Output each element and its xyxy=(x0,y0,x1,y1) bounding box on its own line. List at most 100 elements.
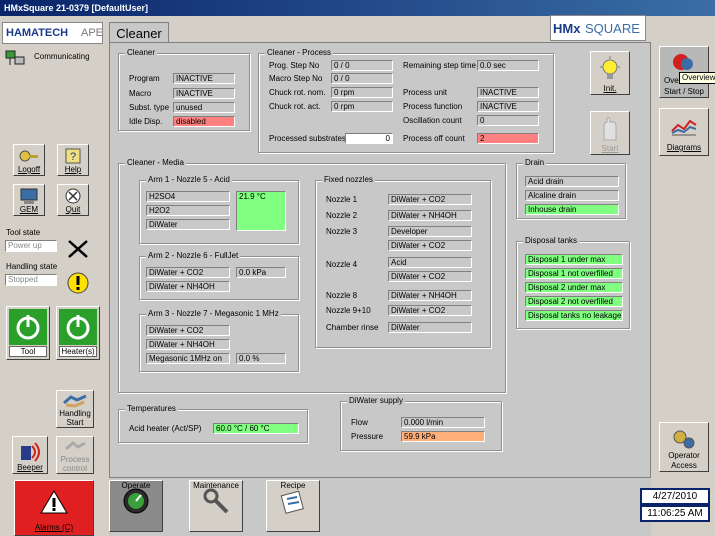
chamber-rinse-value: DiWater xyxy=(388,322,472,333)
hamatech-logo-suffix: APE xyxy=(81,27,104,39)
arm1-item-h2so4: H2SO4 xyxy=(146,191,230,202)
process-control-label-2: control xyxy=(62,464,87,473)
fixed-nozzles-title: Fixed nozzles xyxy=(322,175,375,185)
tool-power-label: Tool xyxy=(9,346,47,357)
hmx-text: HMx xyxy=(553,21,581,36)
beeper-button[interactable]: Beeper xyxy=(12,436,48,474)
handling-state-label: Handling state xyxy=(6,262,58,271)
help-label: Help xyxy=(64,165,82,174)
hmxsquare-logo: HMx SQUARE xyxy=(550,15,646,41)
subst-type-label: Subst. type xyxy=(129,103,170,112)
arm1-temperature: 21.9 °C xyxy=(236,191,286,231)
window-title: HMxSquare 21-0379 [DefaultUser] xyxy=(0,0,715,16)
key-icon xyxy=(19,150,38,162)
help-button[interactable]: ? Help xyxy=(57,144,89,176)
heaters-power-button[interactable]: Heater(s) xyxy=(56,306,100,360)
maintenance-button[interactable]: Maintenance xyxy=(189,480,243,532)
hamatech-logo: HAMATECH APE xyxy=(2,22,103,44)
square-text: SQUARE xyxy=(585,21,640,36)
init-button[interactable]: Init. xyxy=(590,51,630,95)
process-unit-label: Process unit xyxy=(403,88,448,97)
overview-tooltip: Overview xyxy=(679,72,715,84)
macro-step-value: 0 / 0 xyxy=(331,73,393,84)
disposal-title: Disposal tanks xyxy=(523,236,580,246)
hamatech-logo-text: HAMATECH xyxy=(6,27,69,39)
arm1-item-diwater: DiWater xyxy=(146,219,230,230)
process-control-button[interactable]: Process control xyxy=(56,436,94,474)
process-group-title: Cleaner - Process xyxy=(265,48,334,58)
process-function-value: INACTIVE xyxy=(477,101,539,112)
overview-icon xyxy=(673,54,693,70)
bottom-bar: Operate Maintenance Recipe xyxy=(109,478,651,536)
chuck-act-value: 0 rpm xyxy=(331,101,393,112)
quit-button[interactable]: Quit xyxy=(57,184,89,216)
cleaner-process-group: Cleaner - Process Prog. Step No 0 / 0 Ma… xyxy=(258,48,554,153)
gem-computer-icon xyxy=(20,188,38,204)
processed-substrates-label: Processed substrates xyxy=(269,134,346,143)
operate-gauge-icon xyxy=(123,488,149,514)
temperatures-title: Temperatures xyxy=(125,404,178,414)
right-panel: Ove Start / Stop Overview Diagrams Opera… xyxy=(654,16,715,536)
nozzle4-value-a: Acid xyxy=(388,257,472,268)
alarms-button[interactable]: Alarms (C) xyxy=(14,480,94,536)
prog-step-label: Prog. Step No xyxy=(269,61,320,70)
heaters-power-label: Heater(s) xyxy=(59,346,97,357)
arm3-item-co2: DiWater + CO2 xyxy=(146,325,230,336)
diwater-supply-group: DiWater supply Flow 0.000 l/min Pressure… xyxy=(340,396,502,451)
logoff-button[interactable]: Logoff xyxy=(13,144,45,176)
time-display: 11:06:25 AM xyxy=(640,505,710,522)
prog-step-value: 0 / 0 xyxy=(331,60,393,71)
program-label: Program xyxy=(129,74,160,83)
operator-access-button[interactable]: Operator Access xyxy=(659,422,709,472)
chuck-nom-label: Chuck rot. nom. xyxy=(269,88,326,97)
init-label: Init. xyxy=(603,84,617,93)
process-unit-value: INACTIVE xyxy=(477,87,539,98)
gears-icon xyxy=(673,430,695,449)
arm3-item-nh4oh: DiWater + NH4OH xyxy=(146,339,230,350)
nozzle1-value: DiWater + CO2 xyxy=(388,194,472,205)
cleaner-group-title: Cleaner xyxy=(125,48,158,58)
media-group-title: Cleaner - Media xyxy=(125,158,186,168)
overview-label-2: Start / Stop xyxy=(663,87,705,96)
diagrams-button[interactable]: Diagrams xyxy=(659,108,709,156)
disposal2-under-max: Disposal 2 under max xyxy=(525,282,623,293)
handling-warning-icon xyxy=(67,272,89,294)
flow-label: Flow xyxy=(351,418,368,427)
arm3-megasonic-value: 0.0 % xyxy=(236,353,286,364)
tab-cleaner[interactable]: Cleaner xyxy=(109,22,169,44)
operate-button[interactable]: Operate xyxy=(109,480,163,532)
processed-substrates-value: 0 xyxy=(345,133,393,144)
flow-value: 0.000 l/min xyxy=(401,417,485,428)
nozzle4-label: Nozzle 4 xyxy=(326,260,358,269)
wrench-icon xyxy=(203,488,229,514)
logoff-label: Logoff xyxy=(17,165,41,174)
acid-drain: Acid drain xyxy=(525,176,619,187)
recipe-button[interactable]: Recipe xyxy=(266,480,320,532)
nozzle2-label: Nozzle 2 xyxy=(326,211,358,220)
start-button[interactable]: Start xyxy=(590,111,630,155)
disposal2-not-overfilled: Disposal 2 not overfilled xyxy=(525,296,623,307)
disposal1-under-max: Disposal 1 under max xyxy=(525,254,623,265)
arm3-megasonic-label: Megasonic 1MHz on xyxy=(146,353,230,364)
handling-state-value: Stopped xyxy=(5,274,57,286)
handling-start-button[interactable]: Handling Start xyxy=(56,390,94,428)
tool-power-button[interactable]: Tool xyxy=(6,306,50,360)
nozzle3-value-b: DiWater + CO2 xyxy=(388,240,472,251)
tool-state-value: Power up xyxy=(5,240,57,252)
nozzle910-value: DiWater + CO2 xyxy=(388,305,472,316)
program-value: INACTIVE xyxy=(173,73,235,84)
chamber-rinse-label: Chamber rinse xyxy=(326,323,379,332)
start-hand-icon xyxy=(603,117,617,141)
arm1-item-h2o2: H2O2 xyxy=(146,205,230,216)
diwater-title: DiWater supply xyxy=(347,396,405,406)
process-off-count-label: Process off count xyxy=(403,134,465,143)
beeper-icon xyxy=(21,442,40,462)
oscillation-count-value: 0 xyxy=(477,115,539,126)
alarm-warning-icon xyxy=(40,490,68,514)
gem-button[interactable]: GEM xyxy=(13,184,45,216)
arm3-title: Arm 3 - Nozzle 7 - Megasonic 1 MHz xyxy=(146,309,281,319)
arm1-group: Arm 1 - Nozzle 5 - Acid H2SO4 H2O2 DiWat… xyxy=(139,175,299,244)
date-display: 4/27/2010 xyxy=(640,488,710,505)
drain-group: Drain Acid drain Alcaline drain Inhouse … xyxy=(516,158,626,219)
quit-label: Quit xyxy=(65,205,81,214)
